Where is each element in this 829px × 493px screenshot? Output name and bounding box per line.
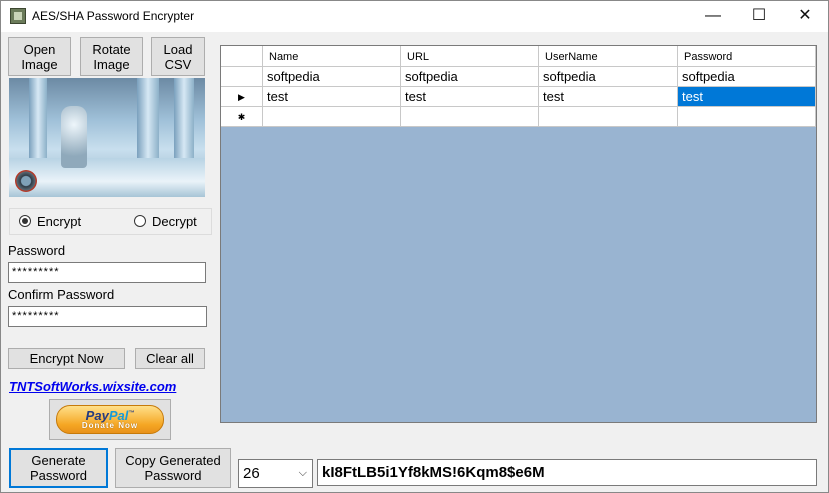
website-link[interactable]: TNTSoftWorks.wixsite.com bbox=[9, 379, 176, 394]
preview-compass-icon bbox=[15, 170, 37, 192]
table-cell[interactable]: softpedia bbox=[263, 67, 401, 87]
app-window: AES/SHA Password Encrypter — ☐ ✕ Open Im… bbox=[0, 0, 829, 493]
app-icon bbox=[10, 8, 26, 24]
table-cell[interactable]: test bbox=[539, 87, 678, 107]
table-cell[interactable]: test bbox=[263, 87, 401, 107]
table-cell[interactable]: softpedia bbox=[401, 67, 539, 87]
copy-generated-password-button[interactable]: Copy Generated Password bbox=[115, 448, 231, 488]
paypal-donate-button[interactable]: PayPal™ Donate Now bbox=[49, 399, 171, 440]
close-button[interactable]: ✕ bbox=[782, 1, 828, 32]
clear-all-button[interactable]: Clear all bbox=[135, 348, 205, 369]
generate-password-button[interactable]: Generate Password bbox=[9, 448, 108, 488]
row-header[interactable] bbox=[221, 67, 263, 87]
rotate-image-button[interactable]: Rotate Image bbox=[80, 37, 143, 76]
decrypt-radio[interactable] bbox=[134, 215, 146, 227]
paypal-logo: PayPal™ Donate Now bbox=[56, 405, 164, 434]
password-field[interactable]: ********* bbox=[8, 262, 206, 283]
table-cell[interactable] bbox=[401, 107, 539, 127]
mode-group: Encrypt Decrypt bbox=[9, 208, 212, 235]
password-length-select[interactable]: 26 ⌵ bbox=[238, 459, 313, 488]
new-row-indicator-icon[interactable]: ✱ bbox=[221, 107, 263, 127]
image-preview bbox=[9, 78, 205, 197]
preview-pillar-right bbox=[174, 78, 194, 170]
title-bar: AES/SHA Password Encrypter — ☐ ✕ bbox=[1, 1, 828, 32]
generated-password-field[interactable]: kI8FtLB5i1Yf8kMS!6Kqm8$e6M bbox=[317, 459, 817, 486]
column-header-password[interactable]: Password bbox=[678, 46, 816, 67]
table-cell[interactable] bbox=[678, 107, 816, 127]
window-title: AES/SHA Password Encrypter bbox=[32, 9, 195, 23]
minimize-button[interactable]: — bbox=[690, 1, 736, 32]
encrypt-now-button[interactable]: Encrypt Now bbox=[8, 348, 125, 369]
preview-character bbox=[61, 106, 87, 168]
load-csv-button[interactable]: Load CSV bbox=[151, 37, 205, 76]
password-length-value: 26 bbox=[243, 465, 260, 482]
grid-corner-header bbox=[221, 46, 263, 67]
column-header-username[interactable]: UserName bbox=[539, 46, 678, 67]
confirm-password-label: Confirm Password bbox=[8, 287, 115, 302]
paypal-donate-text: Donate Now bbox=[81, 421, 139, 430]
table-cell[interactable] bbox=[263, 107, 401, 127]
preview-floor bbox=[9, 158, 205, 197]
encrypt-label[interactable]: Encrypt bbox=[37, 214, 81, 229]
encrypt-radio[interactable] bbox=[19, 215, 31, 227]
column-header-url[interactable]: URL bbox=[401, 46, 539, 67]
paypal-tm: ™ bbox=[128, 410, 135, 417]
password-grid[interactable]: Name URL UserName Password softpedia sof… bbox=[220, 45, 817, 423]
table-cell[interactable]: softpedia bbox=[539, 67, 678, 87]
maximize-button[interactable]: ☐ bbox=[736, 1, 782, 32]
chevron-down-icon[interactable]: ⌵ bbox=[299, 460, 307, 487]
preview-pillar-left bbox=[29, 78, 47, 168]
table-cell[interactable]: test bbox=[401, 87, 539, 107]
decrypt-label[interactable]: Decrypt bbox=[152, 214, 197, 229]
table-cell[interactable] bbox=[539, 107, 678, 127]
current-row-indicator-icon[interactable]: ▶ bbox=[221, 87, 263, 107]
password-label: Password bbox=[8, 243, 66, 258]
confirm-password-field[interactable]: ********* bbox=[8, 306, 207, 327]
open-image-button[interactable]: Open Image bbox=[8, 37, 71, 76]
selected-table-cell[interactable]: test bbox=[678, 87, 816, 107]
table-cell[interactable]: softpedia bbox=[678, 67, 816, 87]
column-header-name[interactable]: Name bbox=[263, 46, 401, 67]
